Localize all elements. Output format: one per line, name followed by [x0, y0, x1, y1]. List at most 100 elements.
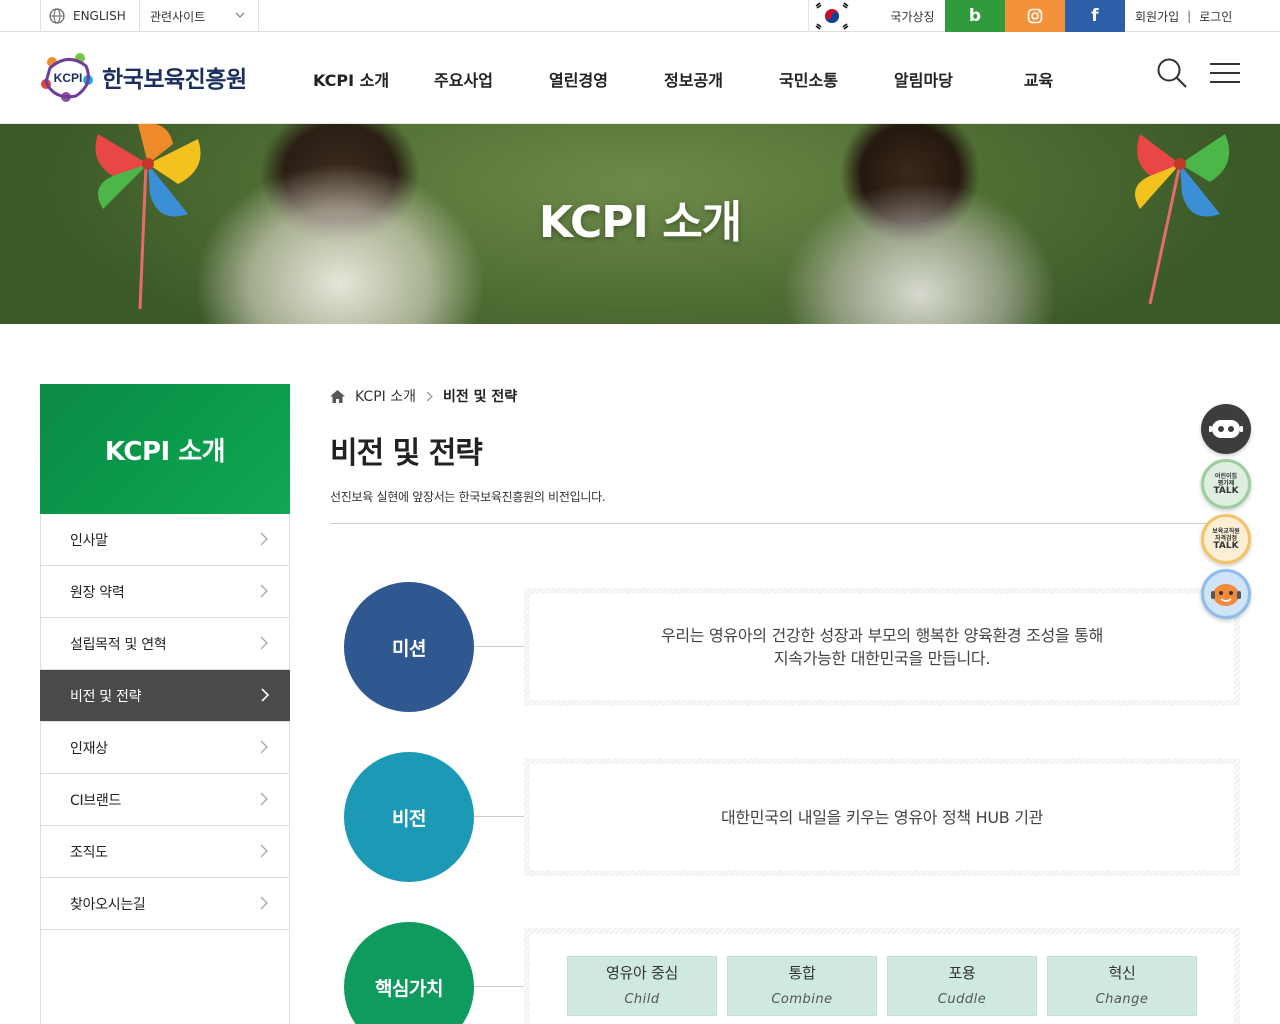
instagram-icon[interactable]: [1005, 0, 1065, 32]
related-sites-label: 관련사이트: [150, 9, 206, 24]
header-tools: [1134, 57, 1240, 89]
chevron-right-icon: [260, 792, 268, 806]
member-links: 회원가입 | 로그인: [1135, 0, 1232, 32]
talk-bubble-icon: 어린이집 평가제 TALK: [1213, 472, 1239, 496]
search-icon[interactable]: [1156, 57, 1188, 89]
core-value-en: Cuddle: [937, 991, 987, 1007]
site-logo[interactable]: KCPI 한국보육진흥원: [40, 50, 247, 104]
core-value-ko: 포용: [948, 963, 976, 982]
core-values-row: 핵심가치 영유아 중심 Child 통합 Combine 포용 Cuddle 혁신 Ch…: [330, 922, 1240, 1024]
member-separator: |: [1187, 9, 1192, 23]
mission-connector: [474, 646, 524, 647]
core-values-badge: 핵심가치: [344, 922, 474, 1024]
mission-box: 우리는 영유아의 건강한 성장과 부모의 행복한 양육환경 조성을 통해 지속가…: [524, 588, 1240, 706]
globe-icon: [49, 8, 65, 24]
mission-text-line2: 지속가능한 대한민국을 만듭니다.: [773, 649, 991, 668]
page-description: 선진보육 실현에 앞장서는 한국보육진흥원의 비전입니다.: [330, 490, 606, 504]
core-value-card: 혁신 Change: [1047, 956, 1197, 1016]
vision-connector: [474, 816, 524, 817]
national-symbol-link[interactable]: 국가상징: [880, 0, 945, 32]
core-value-card: 영유아 중심 Child: [567, 956, 717, 1016]
nav-management[interactable]: 열린경영: [521, 67, 636, 91]
nav-communication[interactable]: 국민소통: [751, 67, 866, 91]
side-nav-item-label: 원장 약력: [70, 584, 125, 601]
evaluation-talk-button[interactable]: 어린이집 평가제 TALK: [1201, 459, 1251, 509]
chevron-right-icon: [260, 740, 268, 754]
vision-box: 대한민국의 내일을 키우는 영유아 정책 HUB 기관: [524, 758, 1240, 876]
hero-banner: KCPI 소개: [0, 124, 1280, 324]
login-link[interactable]: 로그인: [1199, 8, 1232, 25]
join-link[interactable]: 회원가입: [1135, 8, 1179, 25]
english-link[interactable]: ENGLISH: [40, 0, 140, 32]
character-icon: [1211, 584, 1241, 606]
side-nav-item-history[interactable]: 설립목적 및 연혁: [41, 618, 289, 670]
side-nav-item-greeting[interactable]: 인사말: [41, 514, 289, 566]
chevron-right-icon: [260, 844, 268, 858]
chevron-down-icon: [235, 12, 245, 18]
core-value-card: 포용 Cuddle: [887, 956, 1037, 1016]
mission-badge: 미션: [344, 582, 474, 712]
side-nav-item-profile[interactable]: 원장 약력: [41, 566, 289, 618]
page-title: 비전 및 전략: [330, 436, 483, 471]
core-value-en: Combine: [771, 991, 833, 1007]
chevron-right-icon: [260, 896, 268, 910]
blog-icon[interactable]: b: [945, 0, 1005, 32]
vision-text: 대한민국의 내일을 키우는 영유아 정책 HUB 기관: [720, 807, 1044, 827]
related-sites-select[interactable]: 관련사이트: [140, 0, 259, 32]
english-label: ENGLISH: [73, 9, 126, 23]
side-nav-item-ci-brand[interactable]: CI브랜드: [41, 774, 289, 826]
mission-text-line1: 우리는 영유아의 건강한 성장과 부모의 행복한 양육환경 조성을 통해: [660, 626, 1104, 645]
home-icon[interactable]: [330, 389, 345, 403]
core-value-ko: 영유아 중심: [606, 963, 678, 982]
chevron-right-icon: [260, 532, 268, 546]
side-nav-item-organization[interactable]: 조직도: [41, 826, 289, 878]
side-nav-item-label: 찾아오시는길: [70, 896, 146, 913]
core-value-en: Child: [624, 991, 660, 1007]
core-value-ko: 혁신: [1108, 963, 1136, 982]
logo-name: 한국보육진흥원: [102, 67, 247, 93]
side-nav-item-label: 비전 및 전략: [70, 688, 142, 705]
side-nav-title: KCPI 소개: [40, 384, 290, 514]
core-value-card: 통합 Combine: [727, 956, 877, 1016]
side-nav-item-label: 설립목적 및 연혁: [70, 636, 167, 653]
vision-row: 비전 대한민국의 내일을 키우는 영유아 정책 HUB 기관: [330, 752, 1240, 882]
logo-mark-text: KCPI: [54, 71, 83, 85]
core-values-connector: [474, 986, 524, 987]
side-nav-item-talent[interactable]: 인재상: [41, 722, 289, 774]
side-nav-item-vision[interactable]: 비전 및 전략: [40, 670, 290, 722]
chatbot-button[interactable]: [1201, 404, 1251, 454]
menu-icon[interactable]: [1210, 60, 1240, 86]
side-nav-item-label: CI브랜드: [70, 792, 122, 809]
side-nav: KCPI 소개 인사말 원장 약력 설립목적 및 연혁 비전 및 전략 인재상 …: [40, 384, 290, 1024]
chevron-right-icon: [260, 636, 268, 650]
site-header: KCPI 한국보육진흥원 KCPI 소개 주요사업 열린경영 정보공개 국민소통…: [0, 33, 1280, 124]
qualification-talk-button[interactable]: 보육교직원 자격검정 TALK: [1201, 514, 1251, 564]
talk-bubble-icon: 보육교직원 자격검정 TALK: [1212, 527, 1240, 551]
breadcrumb-parent[interactable]: KCPI 소개: [355, 386, 416, 406]
quick-menu: 어린이집 평가제 TALK 보육교직원 자격검정 TALK: [1201, 404, 1251, 624]
kcpi-logo-icon: KCPI: [41, 53, 93, 102]
nav-disclosure[interactable]: 정보공개: [636, 67, 751, 91]
chevron-right-icon: [261, 688, 270, 702]
counseling-character-button[interactable]: [1201, 569, 1251, 619]
main-content: KCPI 소개 비전 및 전략 비전 및 전략 선진보육 실현에 앞장서는 한국…: [330, 384, 1240, 1024]
chevron-right-icon: [260, 584, 268, 598]
nav-notice[interactable]: 알림마당: [866, 67, 981, 91]
nav-about[interactable]: KCPI 소개: [296, 67, 406, 91]
vision-badge: 비전: [344, 752, 474, 882]
facebook-icon[interactable]: f: [1065, 0, 1125, 32]
hero-title: KCPI 소개: [538, 197, 742, 248]
national-flag-icon[interactable]: [808, 0, 854, 32]
nav-business[interactable]: 주요사업: [406, 67, 521, 91]
title-divider: [330, 523, 1240, 524]
nav-education[interactable]: 교육: [981, 67, 1096, 91]
robot-icon: [1209, 420, 1243, 438]
side-nav-item-label: 조직도: [70, 844, 108, 861]
chevron-right-icon: [426, 391, 433, 401]
main-nav: KCPI 소개 주요사업 열린경영 정보공개 국민소통 알림마당 교육: [296, 33, 1096, 124]
side-nav-item-directions[interactable]: 찾아오시는길: [41, 878, 289, 930]
core-values-list: 영유아 중심 Child 통합 Combine 포용 Cuddle 혁신 Change: [530, 934, 1234, 1024]
breadcrumb-current: 비전 및 전략: [442, 389, 518, 405]
side-nav-item-label: 인재상: [70, 740, 108, 757]
side-nav-item-label: 인사말: [70, 532, 108, 549]
